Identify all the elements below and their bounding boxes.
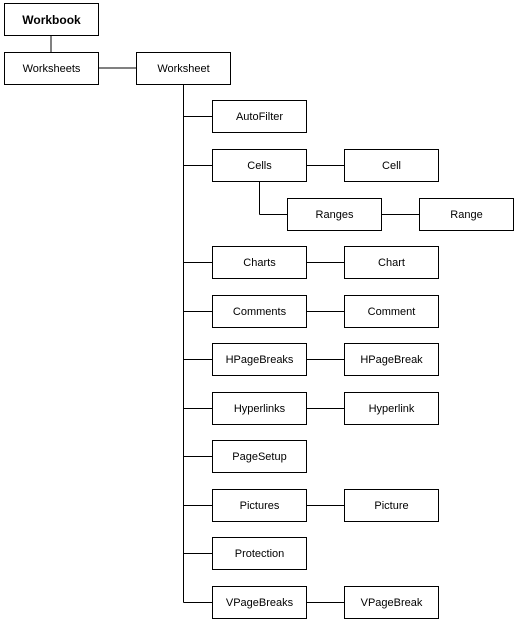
node-vpagebreak[interactable]: VPageBreak [344,586,439,619]
node-comment[interactable]: Comment [344,295,439,328]
worksheet-node[interactable]: Worksheet [136,52,231,85]
node-cell[interactable]: Cell [344,149,439,182]
node-hpagebreaks[interactable]: HPageBreaks [212,343,307,376]
node-picture[interactable]: Picture [344,489,439,522]
node-hyperlinks[interactable]: Hyperlinks [212,392,307,425]
node-vpagebreaks[interactable]: VPageBreaks [212,586,307,619]
worksheets-node[interactable]: Worksheets [4,52,99,85]
node-hyperlink[interactable]: Hyperlink [344,392,439,425]
node-hpagebreak[interactable]: HPageBreak [344,343,439,376]
node-charts[interactable]: Charts [212,246,307,279]
node-chart[interactable]: Chart [344,246,439,279]
node-range[interactable]: Range [419,198,514,231]
node-ranges[interactable]: Ranges [287,198,382,231]
node-protection[interactable]: Protection [212,537,307,570]
node-pictures[interactable]: Pictures [212,489,307,522]
workbook-node[interactable]: Workbook [4,3,99,36]
node-cells[interactable]: Cells [212,149,307,182]
node-autofilter[interactable]: AutoFilter [212,100,307,133]
node-comments[interactable]: Comments [212,295,307,328]
node-pagesetup[interactable]: PageSetup [212,440,307,473]
